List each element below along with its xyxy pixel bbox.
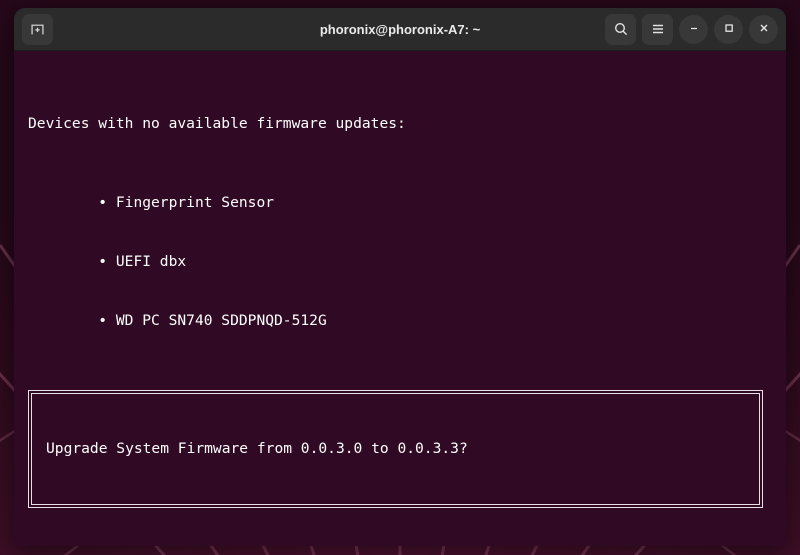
minimize-icon [687, 20, 701, 39]
maximize-button[interactable] [714, 14, 743, 44]
upgrade-firmware-title: Upgrade System Firmware from 0.0.3.0 to … [46, 440, 468, 458]
close-button[interactable] [749, 14, 778, 44]
new-tab-button[interactable] [22, 13, 53, 45]
search-button[interactable] [605, 13, 636, 45]
minimize-button[interactable] [679, 14, 708, 44]
new-tab-icon [30, 22, 45, 37]
terminal-window: phoronix@phoronix-A7: ~ Devices with no … [14, 8, 786, 546]
no-update-device-item: • Fingerprint Sensor [80, 193, 275, 211]
maximize-icon [722, 20, 736, 39]
no-update-device-item: • WD PC SN740 SDDPNQD-512G [80, 312, 327, 330]
window-titlebar: phoronix@phoronix-A7: ~ [14, 8, 786, 51]
no-updates-header: Devices with no available firmware updat… [28, 115, 406, 133]
close-icon [757, 20, 771, 39]
search-icon [613, 21, 629, 37]
no-update-device-item: • UEFI dbx [80, 253, 187, 270]
menu-button[interactable] [642, 13, 673, 45]
hamburger-menu-icon [650, 21, 666, 37]
upgrade-firmware-box: Upgrade System Firmware from 0.0.3.0 to … [28, 389, 763, 509]
terminal-output[interactable]: Devices with no available firmware updat… [14, 51, 786, 546]
